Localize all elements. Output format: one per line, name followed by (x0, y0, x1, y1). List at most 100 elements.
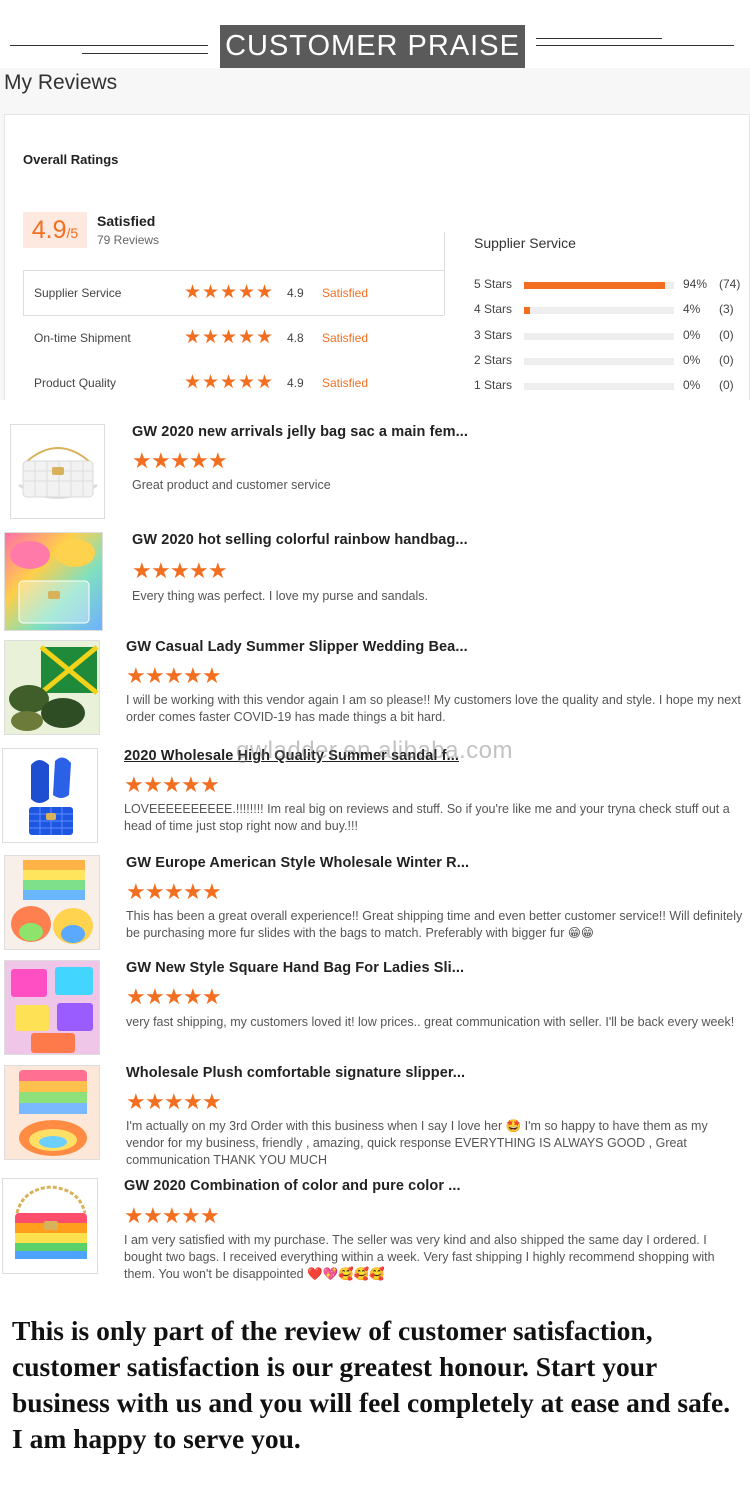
review-stars: ★ ★ ★ ★ ★ (126, 879, 222, 904)
star-icon: ★ (126, 1089, 146, 1114)
review-text: I am very satisfied with my purchase. Th… (124, 1233, 715, 1281)
star-icon: ★ (202, 372, 220, 393)
star-icon: ★ (162, 1203, 182, 1228)
distribution-percent: 0% (683, 353, 701, 367)
rating-row-product-quality: Product Quality ★ ★ ★ ★ ★ 4.9 Satisfied (23, 361, 444, 405)
distribution-label: 1 Stars (474, 378, 513, 392)
distribution-bar-track (524, 307, 674, 314)
star-icon: ★ (238, 282, 256, 303)
star-icon: ★ (220, 327, 238, 348)
star-icon: ★ (162, 772, 182, 797)
review-product-title[interactable]: GW 2020 new arrivals jelly bag sac a mai… (132, 424, 468, 440)
star-icon: ★ (256, 327, 274, 348)
rainbow-bag-and-fur-slides-image (11, 860, 93, 944)
star-icon: ★ (170, 448, 190, 473)
star-icon: ★ (220, 282, 238, 303)
star-icon: ★ (208, 448, 228, 473)
product-thumbnail-white-jelly-bag[interactable] (10, 424, 105, 519)
star-icon: ★ (238, 327, 256, 348)
rating-score: 4.9 (287, 376, 304, 390)
product-thumbnail-green-slippers[interactable] (4, 640, 100, 735)
rating-stars: ★ ★ ★ ★ ★ (184, 281, 273, 305)
customer-praise-banner: CUSTOMER PRAISE (220, 25, 525, 68)
product-thumbnail-rainbow-handbag[interactable] (4, 532, 103, 631)
star-icon: ★ (202, 282, 220, 303)
star-icon: ★ (202, 663, 222, 688)
rainbow-bag-and-fur-slipper-image (19, 1070, 87, 1156)
rainbow-handbag-image (10, 539, 95, 624)
product-thumbnail-square-bags[interactable] (4, 960, 100, 1055)
white-quilted-bag-image (18, 447, 98, 499)
star-icon: ★ (164, 663, 184, 688)
summary-vertical-divider (444, 232, 445, 270)
rating-status: Satisfied (322, 376, 369, 390)
header-line-right-bottom (536, 45, 734, 46)
star-icon: ★ (202, 327, 220, 348)
distribution-bar-fill (524, 282, 665, 289)
review-product-title[interactable]: Wholesale Plush comfortable signature sl… (126, 1065, 465, 1081)
green-fur-slippers-image (9, 645, 99, 731)
star-icon: ★ (164, 984, 184, 1009)
star-icon: ★ (151, 558, 171, 583)
review-stars: ★ ★ ★ ★ ★ (126, 663, 222, 688)
star-icon: ★ (183, 984, 203, 1009)
star-icon: ★ (145, 879, 165, 904)
star-icon: ★ (183, 1089, 203, 1114)
star-icon: ★ (143, 772, 163, 797)
header-line-left-top (10, 45, 208, 46)
product-thumbnail-blue-sandals[interactable] (2, 748, 98, 843)
rating-label: Supplier Service (34, 286, 122, 300)
star-icon: ★ (200, 1203, 220, 1228)
star-icon: ★ (184, 372, 202, 393)
star-icon: ★ (170, 558, 190, 583)
review-product-title[interactable]: GW 2020 hot selling colorful rainbow han… (132, 532, 468, 548)
distribution-count: (0) (719, 378, 734, 392)
star-icon: ★ (183, 663, 203, 688)
star-icon: ★ (184, 327, 202, 348)
header-line-left-bottom (82, 53, 208, 54)
star-icon: ★ (124, 772, 144, 797)
product-thumbnail-rainbow-fur-slides[interactable] (4, 855, 100, 950)
distribution-count: (74) (719, 277, 741, 291)
review-product-title[interactable]: GW 2020 Combination of color and pure co… (124, 1178, 461, 1194)
distribution-row: 1 Stars 0% (0) (474, 377, 744, 395)
review-product-title[interactable]: GW Casual Lady Summer Slipper Wedding Be… (126, 639, 468, 655)
blue-sandals-and-bag-image (29, 757, 73, 835)
distribution-count: (0) (719, 353, 734, 367)
distribution-row: 4 Stars 4% (3) (474, 301, 744, 319)
star-icon: ★ (189, 558, 209, 583)
star-icon: ★ (124, 1203, 144, 1228)
review-text: This has been a great overall experience… (126, 909, 743, 940)
distribution-bar-track (524, 333, 674, 340)
star-icon: ★ (132, 558, 152, 583)
review-stars: ★ ★ ★ ★ ★ (126, 1089, 222, 1114)
star-icon: ★ (202, 879, 222, 904)
star-icon: ★ (256, 372, 274, 393)
product-thumbnail-rainbow-chain-bag[interactable] (2, 1178, 98, 1274)
star-icon: ★ (183, 879, 203, 904)
overall-score-badge: 4.9 /5 (23, 212, 87, 248)
star-icon: ★ (208, 558, 228, 583)
review-product-title[interactable]: GW New Style Square Hand Bag For Ladies … (126, 960, 464, 976)
star-icon: ★ (164, 879, 184, 904)
header-line-right-top (536, 38, 662, 39)
distribution-bar-track (524, 383, 674, 390)
distribution-bar-track (524, 358, 674, 365)
review-text: Every thing was perfect. I love my purse… (132, 589, 428, 603)
star-icon: ★ (145, 663, 165, 688)
rating-row-supplier-service: Supplier Service ★ ★ ★ ★ ★ 4.9 Satisfied (23, 271, 444, 315)
star-icon: ★ (151, 448, 171, 473)
product-thumbnail-rainbow-slipper[interactable] (4, 1065, 100, 1160)
star-icon: ★ (202, 1089, 222, 1114)
review-product-title[interactable]: GW Europe American Style Wholesale Winte… (126, 855, 469, 871)
review-text: I'm actually on my 3rd Order with this b… (126, 1119, 708, 1167)
rating-score: 4.8 (287, 331, 304, 345)
satisfaction-statement: This is only part of the review of custo… (12, 1315, 731, 1454)
distribution-label: 4 Stars (474, 302, 513, 316)
star-icon: ★ (238, 372, 256, 393)
distribution-row: 3 Stars 0% (0) (474, 327, 744, 345)
reviews-count: 79 Reviews (97, 233, 160, 247)
review-text: very fast shipping, my customers loved i… (126, 1015, 735, 1029)
star-icon: ★ (200, 772, 220, 797)
rating-right-border (444, 270, 445, 315)
